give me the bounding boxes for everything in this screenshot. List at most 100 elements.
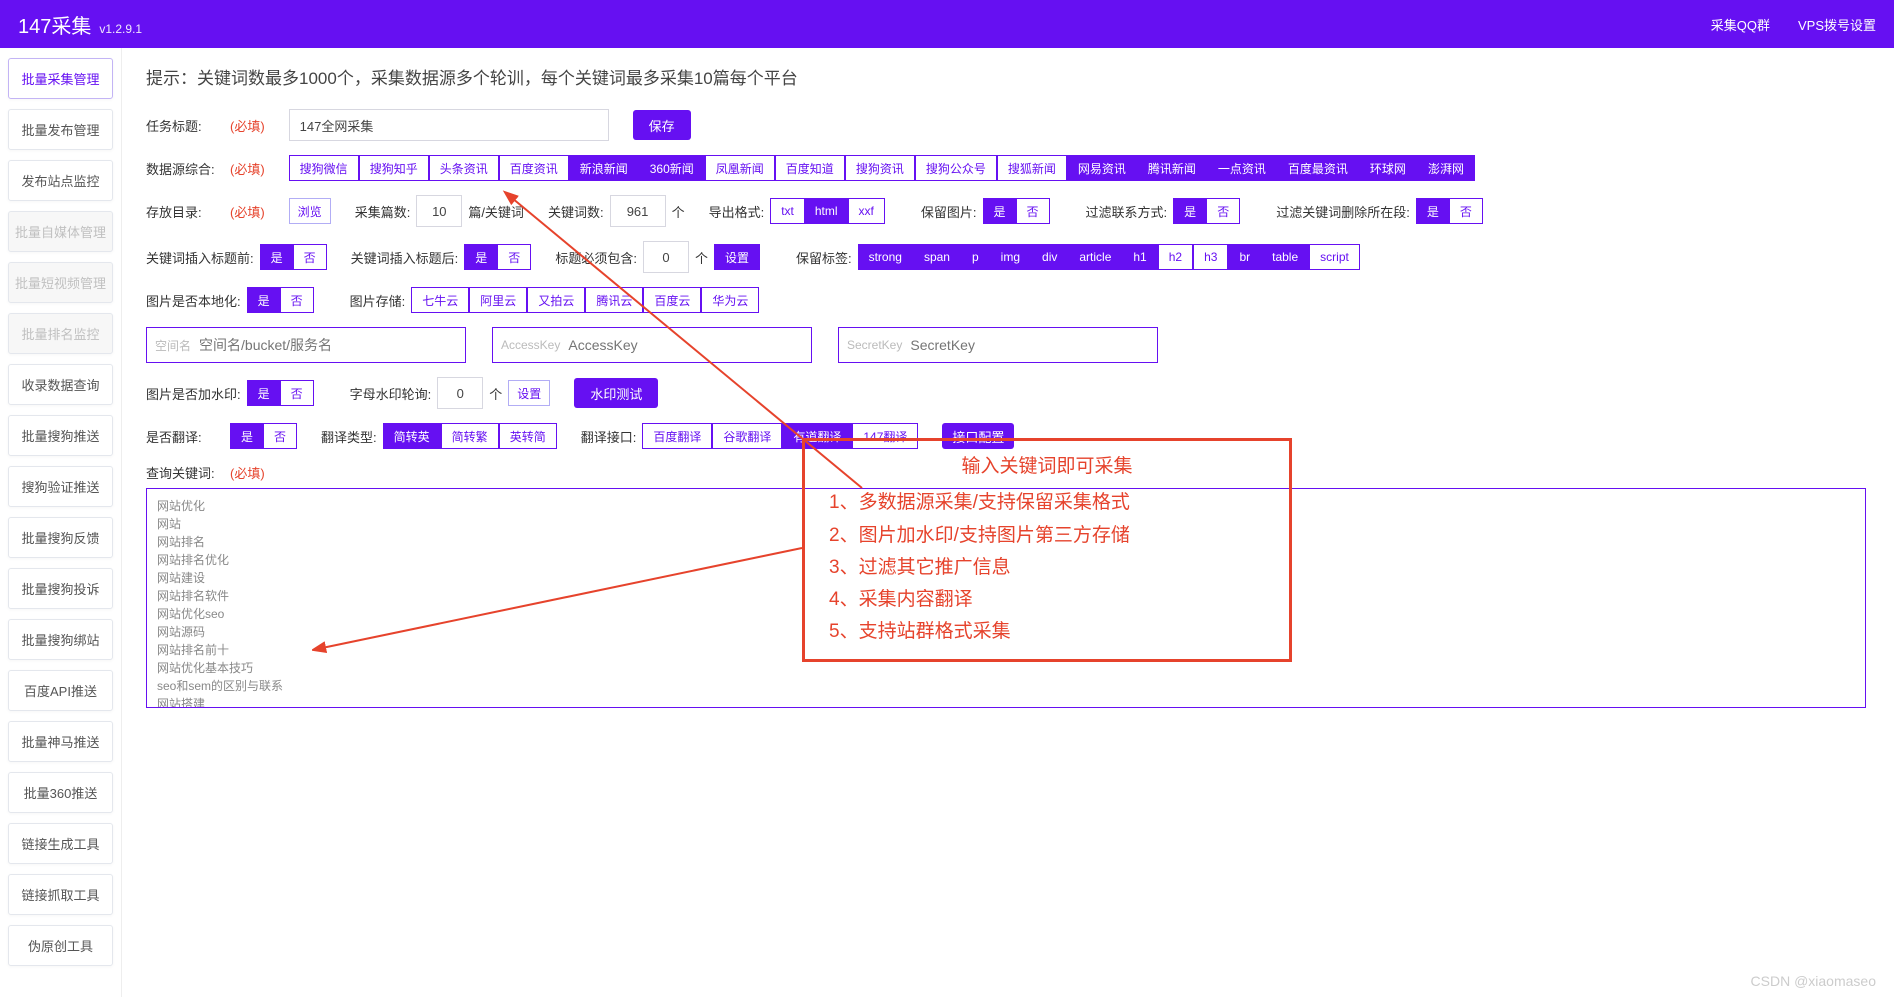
wm-rotate-input[interactable] [437, 377, 483, 409]
wm-toggle[interactable]: 是 否 [247, 380, 314, 406]
space-input[interactable] [199, 328, 465, 362]
source-tag-11[interactable]: 网易资讯 [1067, 155, 1137, 181]
keep-tag-4[interactable]: div [1031, 244, 1068, 270]
must-set-button[interactable]: 设置 [714, 244, 760, 270]
sidebar-item-16[interactable]: 链接抓取工具 [8, 874, 113, 915]
fmt-xxf[interactable]: xxf [849, 198, 885, 224]
space-field[interactable]: 空间名 [146, 327, 466, 363]
keep-tag-2[interactable]: p [961, 244, 990, 270]
contact-no[interactable]: 否 [1207, 198, 1240, 224]
keep-tag-6[interactable]: h1 [1122, 244, 1157, 270]
browse-button[interactable]: 浏览 [289, 198, 331, 224]
secretkey-input[interactable] [910, 328, 1157, 362]
source-tag-15[interactable]: 环球网 [1359, 155, 1417, 181]
trans-api-0[interactable]: 百度翻译 [642, 423, 712, 449]
fmt-txt[interactable]: txt [770, 198, 805, 224]
trans-type-2[interactable]: 英转简 [499, 423, 557, 449]
img-store-2[interactable]: 又拍云 [527, 287, 585, 313]
sidebar-item-10[interactable]: 批量搜狗投诉 [8, 568, 113, 609]
secretkey-field[interactable]: SecretKey [838, 327, 1158, 363]
insert-before-yes[interactable]: 是 [260, 244, 294, 270]
source-tag-9[interactable]: 搜狗公众号 [915, 155, 997, 181]
accesskey-input[interactable] [568, 328, 811, 362]
sidebar-item-8[interactable]: 搜狗验证推送 [8, 466, 113, 507]
keep-tag-8[interactable]: h3 [1193, 244, 1228, 270]
sidebar-item-9[interactable]: 批量搜狗反馈 [8, 517, 113, 558]
task-title-input[interactable] [289, 109, 609, 141]
img-store-4[interactable]: 百度云 [643, 287, 701, 313]
img-store-3[interactable]: 腾讯云 [585, 287, 643, 313]
sidebar-item-13[interactable]: 批量神马推送 [8, 721, 113, 762]
insert-before-toggle[interactable]: 是 否 [260, 244, 327, 270]
filterline-toggle[interactable]: 是 否 [1416, 198, 1483, 224]
keep-tag-11[interactable]: script [1309, 244, 1360, 270]
sidebar-item-7[interactable]: 批量搜狗推送 [8, 415, 113, 456]
sidebar-item-6[interactable]: 收录数据查询 [8, 364, 113, 405]
sidebar-item-17[interactable]: 伪原创工具 [8, 925, 113, 966]
keepimg-no[interactable]: 否 [1017, 198, 1050, 224]
source-tag-1[interactable]: 搜狗知乎 [359, 155, 429, 181]
insert-after-yes[interactable]: 是 [464, 244, 498, 270]
filterline-yes[interactable]: 是 [1416, 198, 1450, 224]
link-qq-group[interactable]: 采集QQ群 [1711, 15, 1770, 34]
sidebar-item-1[interactable]: 批量发布管理 [8, 109, 113, 150]
keep-tag-7[interactable]: h2 [1158, 244, 1193, 270]
trans-no[interactable]: 否 [264, 423, 297, 449]
wm-test-button[interactable]: 水印测试 [574, 378, 658, 408]
sidebar-item-14[interactable]: 批量360推送 [8, 772, 113, 813]
source-tag-8[interactable]: 搜狗资讯 [845, 155, 915, 181]
kwcount-input[interactable] [610, 195, 666, 227]
source-tag-4[interactable]: 新浪新闻 [569, 155, 639, 181]
source-tag-6[interactable]: 凤凰新闻 [705, 155, 775, 181]
count-input[interactable] [416, 195, 462, 227]
keep-tag-1[interactable]: span [913, 244, 961, 270]
must-input[interactable] [643, 241, 689, 273]
wm-no[interactable]: 否 [281, 380, 314, 406]
wm-rotate-set-button[interactable]: 设置 [508, 380, 550, 406]
source-tag-12[interactable]: 腾讯新闻 [1137, 155, 1207, 181]
wm-yes[interactable]: 是 [247, 380, 281, 406]
sidebar-item-0[interactable]: 批量采集管理 [8, 58, 113, 99]
accesskey-field[interactable]: AccessKey [492, 327, 812, 363]
img-local-toggle[interactable]: 是 否 [247, 287, 314, 313]
keep-tag-9[interactable]: br [1228, 244, 1261, 270]
trans-yes[interactable]: 是 [230, 423, 264, 449]
filterline-no[interactable]: 否 [1450, 198, 1483, 224]
trans-type-0[interactable]: 简转英 [383, 423, 441, 449]
sidebar-item-11[interactable]: 批量搜狗绑站 [8, 619, 113, 660]
source-tag-0[interactable]: 搜狗微信 [289, 155, 359, 181]
keep-tag-0[interactable]: strong [858, 244, 913, 270]
insert-after-toggle[interactable]: 是 否 [464, 244, 531, 270]
source-tag-13[interactable]: 一点资讯 [1207, 155, 1277, 181]
img-store-1[interactable]: 阿里云 [469, 287, 527, 313]
sidebar-item-15[interactable]: 链接生成工具 [8, 823, 113, 864]
fmt-html[interactable]: html [805, 198, 849, 224]
link-vps-dial[interactable]: VPS拨号设置 [1798, 15, 1876, 34]
sidebar-item-2[interactable]: 发布站点监控 [8, 160, 113, 201]
source-tag-2[interactable]: 头条资讯 [429, 155, 499, 181]
source-tag-16[interactable]: 澎湃网 [1417, 155, 1475, 181]
img-store-5[interactable]: 华为云 [701, 287, 759, 313]
keep-tag-10[interactable]: table [1261, 244, 1309, 270]
img-local-no[interactable]: 否 [281, 287, 314, 313]
insert-after-no[interactable]: 否 [498, 244, 531, 270]
keepimg-toggle[interactable]: 是 否 [983, 198, 1050, 224]
source-tag-3[interactable]: 百度资讯 [499, 155, 569, 181]
keepimg-yes[interactable]: 是 [983, 198, 1017, 224]
trans-type-1[interactable]: 简转繁 [441, 423, 499, 449]
keep-tag-5[interactable]: article [1068, 244, 1122, 270]
sidebar-item-12[interactable]: 百度API推送 [8, 670, 113, 711]
source-tag-7[interactable]: 百度知道 [775, 155, 845, 181]
source-tag-14[interactable]: 百度最资讯 [1277, 155, 1359, 181]
contact-yes[interactable]: 是 [1173, 198, 1207, 224]
img-store-0[interactable]: 七牛云 [411, 287, 469, 313]
contact-toggle[interactable]: 是 否 [1173, 198, 1240, 224]
insert-before-no[interactable]: 否 [294, 244, 327, 270]
trans-toggle[interactable]: 是 否 [230, 423, 297, 449]
save-button[interactable]: 保存 [633, 110, 691, 140]
source-tag-10[interactable]: 搜狐新闻 [997, 155, 1067, 181]
source-tag-5[interactable]: 360新闻 [639, 155, 705, 181]
keep-tag-3[interactable]: img [990, 244, 1031, 270]
img-local-yes[interactable]: 是 [247, 287, 281, 313]
trans-api-1[interactable]: 谷歌翻译 [712, 423, 782, 449]
